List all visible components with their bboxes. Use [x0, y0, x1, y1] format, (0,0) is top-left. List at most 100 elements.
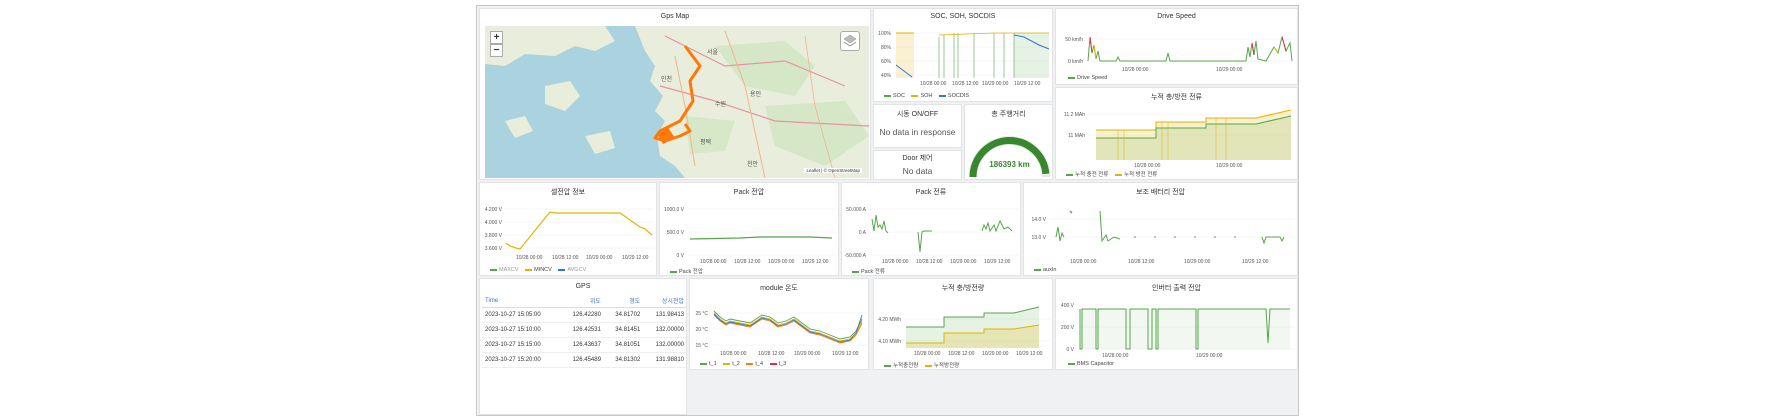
table-cell: 131.98413: [643, 307, 686, 323]
y-tick: 25 °C: [695, 311, 708, 317]
inverter-chart: 400 V 200 V 0 V 10/28 00:00 10/29 00:00: [1061, 303, 1294, 359]
no-data-message: No data: [902, 166, 933, 176]
map-canvas[interactable]: 서울 인천 용인 수원 평택 천안: [485, 26, 869, 178]
y-tick: 0 km/h: [1068, 59, 1083, 65]
legend-item[interactable]: 누적방전량: [934, 363, 959, 369]
x-tick: 10/28 00:00: [1134, 163, 1161, 169]
total-distance-panel: 총 주행거리 186393 km: [964, 104, 1053, 180]
legend-item[interactable]: MINCV: [534, 267, 552, 273]
module-temp-chart: 25 °C 20 °C 15 °C 10/28 00:00 10/28 12:0…: [695, 310, 866, 357]
x-tick: 10/29 00:00: [1216, 67, 1243, 73]
column-header[interactable]: 상시전압: [643, 294, 686, 308]
legend-item[interactable]: t_1: [709, 361, 717, 367]
legend-item[interactable]: auxIn: [1043, 267, 1056, 273]
x-tick: 10/28 12:00: [952, 81, 979, 87]
legend-item[interactable]: Drive Speed: [1077, 75, 1107, 81]
y-tick: 0 V: [1066, 347, 1074, 353]
column-header[interactable]: Time: [482, 294, 561, 308]
y-tick: 1000.0 V: [664, 207, 685, 213]
legend-item[interactable]: MAXCV: [499, 267, 519, 273]
soc-panel: SOC, SOH, SOCDIS 100% 80% 60% 40% 10/28 …: [873, 8, 1053, 102]
panel-title: Pack 전류: [915, 189, 947, 196]
x-tick: 10/28 00:00: [1070, 259, 1097, 265]
column-header[interactable]: 경도: [603, 294, 644, 308]
gps-table: Time 위도 경도 상시전압 2023-10-27 15:05:00 126.…: [482, 294, 686, 368]
gauge-value: 186393 km: [989, 160, 1029, 169]
table-cell: 126.45489: [560, 352, 604, 368]
x-tick: 10/29 00:00: [586, 255, 613, 261]
y-tick: 80%: [881, 45, 892, 51]
panel-title: module 온도: [760, 285, 798, 292]
legend-item[interactable]: t_2: [732, 361, 740, 367]
y-tick: 4.20 MWh: [878, 317, 901, 323]
table-cell: 2023-10-27 15:20:00: [482, 352, 561, 368]
table-cell: 2023-10-27 15:15:00: [482, 337, 561, 353]
x-tick: 10/29 00:00: [1184, 259, 1211, 265]
y-tick: 3.800 V: [485, 233, 503, 239]
x-tick: 10/28 00:00: [720, 351, 747, 357]
table-cell: 34.81051: [603, 337, 644, 353]
chart-legend: Drive Speed: [1068, 75, 1107, 81]
panel-title: 누적 충/방전 전류: [1151, 94, 1202, 101]
y-tick: 11 MAh: [1068, 133, 1085, 139]
y-tick: 11.2 MAh: [1064, 112, 1085, 118]
y-tick: 4.10 MWh: [878, 339, 901, 345]
inverter-panel: 인버터 출력 전압 400 V 200 V 0 V 10/28 00:00 10…: [1055, 278, 1298, 370]
legend-item[interactable]: Pack 전류: [861, 269, 885, 275]
chart-legend: t_1 t_2 t_4 t_3: [700, 361, 786, 367]
zoom-in-button[interactable]: +: [490, 31, 503, 44]
table-row: 2023-10-27 15:10:00 126.42531 34.81451 1…: [482, 322, 686, 338]
layers-icon[interactable]: [840, 31, 860, 51]
cumulative-current-panel: 누적 충/방전 전류 11.2 MAh 11 MAh 10/28 00:00 1…: [1055, 87, 1298, 180]
x-tick: 10/28 12:00: [948, 351, 975, 357]
legend-item[interactable]: SOCDIS: [948, 93, 969, 99]
chart-legend: MAXCV MINCV AVGCV: [490, 267, 586, 273]
legend-item[interactable]: 누적 방전 전류: [1124, 172, 1157, 178]
panel-title: Pack 전압: [733, 189, 765, 196]
x-tick: 10/29 00:00: [950, 259, 977, 265]
y-tick: 0 A: [859, 230, 867, 236]
legend-item[interactable]: Pack 전압: [679, 269, 703, 275]
legend-item[interactable]: t_3: [779, 361, 787, 367]
y-tick: 40%: [881, 73, 892, 79]
cumulative-current-chart: 11.2 MAh 11 MAh 10/28 00:00 10/29 00:00: [1064, 109, 1294, 169]
cumulative-power-chart: 4.20 MWh 4.10 MWh 10/28 00:00 10/28 12:0…: [878, 306, 1050, 357]
gps-map-panel: Gps Map 서울 인천 용인 수원 평택 천안 + − Leaflet | …: [479, 8, 871, 180]
aux-battery-chart: 14.0 V 13.0 V 10/28 00:00 10/28 12:00 10…: [1032, 210, 1294, 265]
map-label: 수원: [715, 100, 726, 108]
x-tick: 10/28 00:00: [1102, 353, 1129, 359]
y-tick: 60%: [881, 59, 892, 65]
table-row: 2023-10-27 15:15:00 126.43637 34.81051 1…: [482, 337, 686, 353]
map-label: 용인: [750, 91, 761, 98]
x-tick: 10/29 12:00: [622, 255, 649, 261]
chart-legend: Pack 전류: [852, 267, 885, 275]
module-temp-panel: module 온도 25 °C 20 °C 15 °C 10/28 00:00 …: [689, 278, 869, 370]
zoom-out-button[interactable]: −: [490, 44, 503, 57]
chart-legend: 누적 충전 전류 누적 방전 전류: [1066, 170, 1157, 178]
y-tick: 100%: [878, 31, 891, 37]
legend-item[interactable]: t_4: [755, 361, 763, 367]
legend-item[interactable]: 누적 충전 전류: [1075, 172, 1108, 178]
legend-item[interactable]: 누적충전량: [893, 363, 918, 369]
panel-title: Door 제어: [902, 155, 933, 162]
y-tick: 200 V: [1061, 325, 1075, 331]
map-attribution[interactable]: Leaflet | © OpenStreetMap: [804, 168, 862, 173]
x-tick: 10/28 00:00: [914, 351, 941, 357]
y-tick: 400 V: [1061, 303, 1075, 309]
y-tick: 20 °C: [695, 327, 708, 333]
panel-title: GPS: [575, 283, 591, 290]
legend-item[interactable]: BMS Capacitor: [1077, 361, 1114, 367]
x-tick: 10/29 00:00: [1216, 163, 1243, 169]
x-tick: 10/28 00:00: [882, 259, 909, 265]
drive-speed-chart: 50 km/h 0 km/h 10/28 00:00 10/29 00:00: [1065, 35, 1294, 73]
table-cell: 126.42531: [560, 322, 604, 338]
gps-table-panel: GPS Time 위도 경도 상시전압 2023-10-27 15:05:00 …: [479, 278, 687, 415]
startup-panel: 시동 ON/OFF No data in response: [873, 104, 962, 148]
legend-item[interactable]: SOC: [893, 93, 905, 99]
column-header[interactable]: 위도: [560, 294, 604, 308]
x-tick: 10/29 00:00: [768, 259, 795, 265]
legend-item[interactable]: SOH: [920, 93, 932, 99]
legend-item[interactable]: AVGCV: [567, 267, 586, 273]
drive-speed-panel: Drive Speed 50 km/h 0 km/h 10/28 00:00 1…: [1055, 8, 1298, 85]
map-label: 평택: [700, 138, 711, 146]
